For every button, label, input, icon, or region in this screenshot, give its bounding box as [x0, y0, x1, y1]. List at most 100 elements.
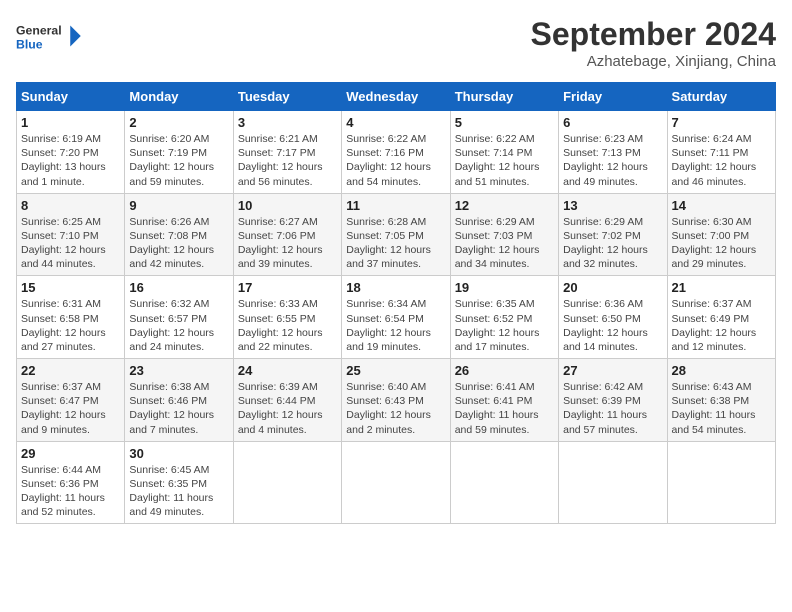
day-number: 3	[238, 115, 337, 130]
day-info: Sunrise: 6:25 AM Sunset: 7:10 PM Dayligh…	[21, 215, 120, 272]
day-info: Sunrise: 6:21 AM Sunset: 7:17 PM Dayligh…	[238, 132, 337, 189]
day-info: Sunrise: 6:30 AM Sunset: 7:00 PM Dayligh…	[672, 215, 771, 272]
day-info: Sunrise: 6:41 AM Sunset: 6:41 PM Dayligh…	[455, 380, 554, 437]
day-number: 28	[672, 363, 771, 378]
col-header-tuesday: Tuesday	[233, 83, 341, 111]
calendar-cell: 14 Sunrise: 6:30 AM Sunset: 7:00 PM Dayli…	[667, 193, 775, 276]
calendar-cell	[450, 441, 558, 524]
calendar-cell: 19 Sunrise: 6:35 AM Sunset: 6:52 PM Dayli…	[450, 276, 558, 359]
day-info: Sunrise: 6:27 AM Sunset: 7:06 PM Dayligh…	[238, 215, 337, 272]
calendar-cell: 11 Sunrise: 6:28 AM Sunset: 7:05 PM Dayli…	[342, 193, 450, 276]
calendar-cell: 9 Sunrise: 6:26 AM Sunset: 7:08 PM Daylig…	[125, 193, 233, 276]
day-info: Sunrise: 6:40 AM Sunset: 6:43 PM Dayligh…	[346, 380, 445, 437]
calendar-cell: 21Sunrise: 6:37 AM Sunset: 6:49 PM Dayli…	[667, 276, 775, 359]
day-info: Sunrise: 6:36 AM Sunset: 6:50 PM Dayligh…	[563, 297, 662, 354]
calendar-cell: 1Sunrise: 6:19 AM Sunset: 7:20 PM Daylig…	[17, 111, 125, 194]
day-number: 5	[455, 115, 554, 130]
col-header-thursday: Thursday	[450, 83, 558, 111]
day-number: 27	[563, 363, 662, 378]
day-info: Sunrise: 6:22 AM Sunset: 7:16 PM Dayligh…	[346, 132, 445, 189]
day-number: 26	[455, 363, 554, 378]
day-number: 12	[455, 198, 554, 213]
day-number: 18	[346, 280, 445, 295]
day-number: 13	[563, 198, 662, 213]
calendar-table: SundayMondayTuesdayWednesdayThursdayFrid…	[16, 82, 776, 524]
col-header-wednesday: Wednesday	[342, 83, 450, 111]
day-number: 19	[455, 280, 554, 295]
svg-text:Blue: Blue	[16, 37, 43, 51]
calendar-cell: 10 Sunrise: 6:27 AM Sunset: 7:06 PM Dayli…	[233, 193, 341, 276]
day-info: Sunrise: 6:28 AM Sunset: 7:05 PM Dayligh…	[346, 215, 445, 272]
month-title: September 2024	[531, 16, 776, 53]
calendar-cell: 17 Sunrise: 6:33 AM Sunset: 6:55 PM Dayli…	[233, 276, 341, 359]
col-header-saturday: Saturday	[667, 83, 775, 111]
day-number: 24	[238, 363, 337, 378]
logo: GeneralBlue	[16, 16, 86, 56]
calendar-cell: 25 Sunrise: 6:40 AM Sunset: 6:43 PM Dayli…	[342, 359, 450, 442]
calendar-cell: 22 Sunrise: 6:37 AM Sunset: 6:47 PM Dayli…	[17, 359, 125, 442]
calendar-cell: 23 Sunrise: 6:38 AM Sunset: 6:46 PM Dayli…	[125, 359, 233, 442]
day-info: Sunrise: 6:34 AM Sunset: 6:54 PM Dayligh…	[346, 297, 445, 354]
day-info: Sunrise: 6:42 AM Sunset: 6:39 PM Dayligh…	[563, 380, 662, 437]
day-info: Sunrise: 6:33 AM Sunset: 6:55 PM Dayligh…	[238, 297, 337, 354]
day-number: 6	[563, 115, 662, 130]
day-info: Sunrise: 6:43 AM Sunset: 6:38 PM Dayligh…	[672, 380, 771, 437]
day-info: Sunrise: 6:39 AM Sunset: 6:44 PM Dayligh…	[238, 380, 337, 437]
calendar-cell: 13 Sunrise: 6:29 AM Sunset: 7:02 PM Dayli…	[559, 193, 667, 276]
day-info: Sunrise: 6:38 AM Sunset: 6:46 PM Dayligh…	[129, 380, 228, 437]
day-number: 1	[21, 115, 120, 130]
calendar-cell	[559, 441, 667, 524]
day-number: 4	[346, 115, 445, 130]
day-number: 2	[129, 115, 228, 130]
col-header-monday: Monday	[125, 83, 233, 111]
calendar-cell: 26 Sunrise: 6:41 AM Sunset: 6:41 PM Dayli…	[450, 359, 558, 442]
calendar-cell: 24 Sunrise: 6:39 AM Sunset: 6:44 PM Dayli…	[233, 359, 341, 442]
day-number: 7	[672, 115, 771, 130]
day-info: Sunrise: 6:37 AM Sunset: 6:49 PM Dayligh…	[672, 297, 771, 354]
calendar-cell: 15Sunrise: 6:31 AM Sunset: 6:58 PM Dayli…	[17, 276, 125, 359]
day-number: 17	[238, 280, 337, 295]
day-number: 25	[346, 363, 445, 378]
day-info: Sunrise: 6:45 AM Sunset: 6:35 PM Dayligh…	[129, 463, 228, 520]
calendar-cell: 2 Sunrise: 6:20 AM Sunset: 7:19 PM Daylig…	[125, 111, 233, 194]
day-number: 22	[21, 363, 120, 378]
page-header: GeneralBlue September 2024 Azhatebage, X…	[16, 16, 776, 70]
day-number: 9	[129, 198, 228, 213]
day-info: Sunrise: 6:23 AM Sunset: 7:13 PM Dayligh…	[563, 132, 662, 189]
calendar-cell	[667, 441, 775, 524]
calendar-cell	[233, 441, 341, 524]
logo-svg: GeneralBlue	[16, 16, 86, 56]
day-info: Sunrise: 6:29 AM Sunset: 7:03 PM Dayligh…	[455, 215, 554, 272]
calendar-cell: 27 Sunrise: 6:42 AM Sunset: 6:39 PM Dayli…	[559, 359, 667, 442]
calendar-cell	[342, 441, 450, 524]
day-number: 11	[346, 198, 445, 213]
day-number: 8	[21, 198, 120, 213]
day-number: 20	[563, 280, 662, 295]
day-number: 10	[238, 198, 337, 213]
day-info: Sunrise: 6:20 AM Sunset: 7:19 PM Dayligh…	[129, 132, 228, 189]
day-info: Sunrise: 6:32 AM Sunset: 6:57 PM Dayligh…	[129, 297, 228, 354]
day-number: 23	[129, 363, 228, 378]
day-info: Sunrise: 6:24 AM Sunset: 7:11 PM Dayligh…	[672, 132, 771, 189]
day-info: Sunrise: 6:35 AM Sunset: 6:52 PM Dayligh…	[455, 297, 554, 354]
calendar-cell: 8 Sunrise: 6:25 AM Sunset: 7:10 PM Daylig…	[17, 193, 125, 276]
day-number: 14	[672, 198, 771, 213]
col-header-friday: Friday	[559, 83, 667, 111]
calendar-cell: 5 Sunrise: 6:22 AM Sunset: 7:14 PM Daylig…	[450, 111, 558, 194]
calendar-cell: 6 Sunrise: 6:23 AM Sunset: 7:13 PM Daylig…	[559, 111, 667, 194]
calendar-cell: 29Sunrise: 6:44 AM Sunset: 6:36 PM Dayli…	[17, 441, 125, 524]
svg-text:General: General	[16, 23, 62, 37]
day-info: Sunrise: 6:26 AM Sunset: 7:08 PM Dayligh…	[129, 215, 228, 272]
calendar-cell: 30 Sunrise: 6:45 AM Sunset: 6:35 PM Dayli…	[125, 441, 233, 524]
calendar-cell: 12 Sunrise: 6:29 AM Sunset: 7:03 PM Dayli…	[450, 193, 558, 276]
calendar-cell: 28 Sunrise: 6:43 AM Sunset: 6:38 PM Dayli…	[667, 359, 775, 442]
day-info: Sunrise: 6:29 AM Sunset: 7:02 PM Dayligh…	[563, 215, 662, 272]
day-info: Sunrise: 6:31 AM Sunset: 6:58 PM Dayligh…	[21, 297, 120, 354]
calendar-cell: 4 Sunrise: 6:22 AM Sunset: 7:16 PM Daylig…	[342, 111, 450, 194]
day-number: 30	[129, 446, 228, 461]
day-number: 16	[129, 280, 228, 295]
day-info: Sunrise: 6:44 AM Sunset: 6:36 PM Dayligh…	[21, 463, 120, 520]
title-block: September 2024 Azhatebage, Xinjiang, Chi…	[531, 16, 776, 70]
day-info: Sunrise: 6:22 AM Sunset: 7:14 PM Dayligh…	[455, 132, 554, 189]
day-info: Sunrise: 6:37 AM Sunset: 6:47 PM Dayligh…	[21, 380, 120, 437]
